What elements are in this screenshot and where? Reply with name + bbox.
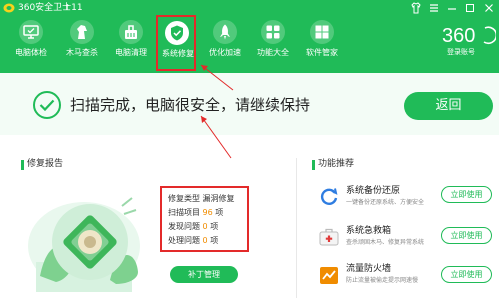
stat-row-scanned: 扫描项目 96 项 (168, 208, 224, 217)
close-icon[interactable] (483, 2, 495, 14)
nav-label: 电脑清理 (115, 48, 147, 57)
report-title: 修复报告 (27, 159, 64, 169)
feature-name: 系统急救箱 (346, 226, 392, 236)
feature-use-button[interactable]: 立即使用 (441, 266, 492, 283)
header: 360安全卫士11 ↑ 电脑体检 木马查杀 电脑清理 系统修复 优化加速 功能大… (0, 0, 499, 73)
feature-name: 系统备份还原 (346, 186, 401, 196)
minimize-icon[interactable] (446, 2, 458, 14)
rocket-icon (213, 20, 237, 44)
first-aid-icon (319, 228, 339, 246)
svg-text:360: 360 (442, 25, 475, 46)
horse-icon (70, 20, 94, 44)
nav-label: 功能大全 (257, 48, 289, 57)
feature-name: 流量防火墙 (346, 264, 392, 274)
features-title: 功能推荐 (318, 159, 355, 169)
menu-icon[interactable] (428, 2, 440, 14)
feature-desc: 一键备份还原系统、方便安全 (346, 199, 425, 206)
backup-icon (320, 188, 338, 205)
nav-item-optimize[interactable]: 优化加速 (199, 17, 251, 67)
repair-illustration (28, 197, 140, 292)
nav-item-trojan-scan[interactable]: 木马查杀 (56, 17, 108, 67)
stat-row-handled: 处理问题 0 项 (168, 236, 219, 245)
section-accent (21, 160, 24, 170)
repair-type-row: 修复类型 漏洞修复 (168, 194, 235, 203)
app-title: 360安全卫士11 (18, 3, 83, 13)
status-message: 扫描完成，电脑很安全，请继续保持 (70, 96, 311, 114)
nav-label: 软件管家 (306, 48, 338, 57)
feature-desc: 查杀顽固木马、修复异常系统 (346, 239, 425, 246)
check-circle-icon (33, 91, 61, 119)
feature-use-button[interactable]: 立即使用 (441, 227, 492, 244)
title-bar: 360安全卫士11 ↑ (0, 0, 499, 16)
nav-item-pc-cleanup[interactable]: 电脑清理 (105, 17, 157, 67)
nav-item-software-manager[interactable]: 软件管家 (296, 17, 348, 67)
app-logo-icon (3, 3, 15, 13)
app-window: 360安全卫士11 ↑ 电脑体检 木马查杀 电脑清理 系统修复 优化加速 功能大… (0, 0, 499, 303)
restore-icon[interactable] (464, 2, 476, 14)
nav-item-system-repair[interactable]: 系统修复 (156, 15, 196, 71)
section-accent (312, 160, 315, 170)
firewall-icon (320, 267, 338, 284)
brand-360-logo: 360 (442, 25, 496, 46)
repair-stats-box: 修复类型 漏洞修复 扫描项目 96 项 发现问题 0 项 处理问题 0 项 (160, 186, 249, 252)
nav-label: 木马查杀 (66, 48, 98, 57)
back-button[interactable]: 返回 (404, 92, 493, 120)
login-link[interactable]: 登录账号 (447, 48, 475, 57)
upgrade-arrow-icon[interactable]: ↑ (64, 2, 71, 14)
section-divider (296, 158, 297, 298)
nav-item-all-features[interactable]: 功能大全 (247, 17, 299, 67)
software-box-icon (310, 20, 334, 44)
nav-label: 电脑体检 (15, 48, 47, 57)
stat-row-found: 发现问题 0 项 (168, 222, 219, 231)
nav-label: 系统修复 (162, 49, 194, 58)
skin-icon[interactable] (410, 2, 422, 14)
shield-icon (165, 21, 189, 45)
feature-use-button[interactable]: 立即使用 (441, 186, 492, 203)
grid-icon (261, 20, 285, 44)
feature-desc: 防止流量被偷走提示网速慢 (346, 277, 419, 284)
patch-manage-button[interactable]: 补丁管理 (170, 266, 238, 283)
nav-label: 优化加速 (209, 48, 241, 57)
nav-item-pc-checkup[interactable]: 电脑体检 (5, 17, 57, 67)
broom-icon (119, 20, 143, 44)
monitor-check-icon (19, 20, 43, 44)
